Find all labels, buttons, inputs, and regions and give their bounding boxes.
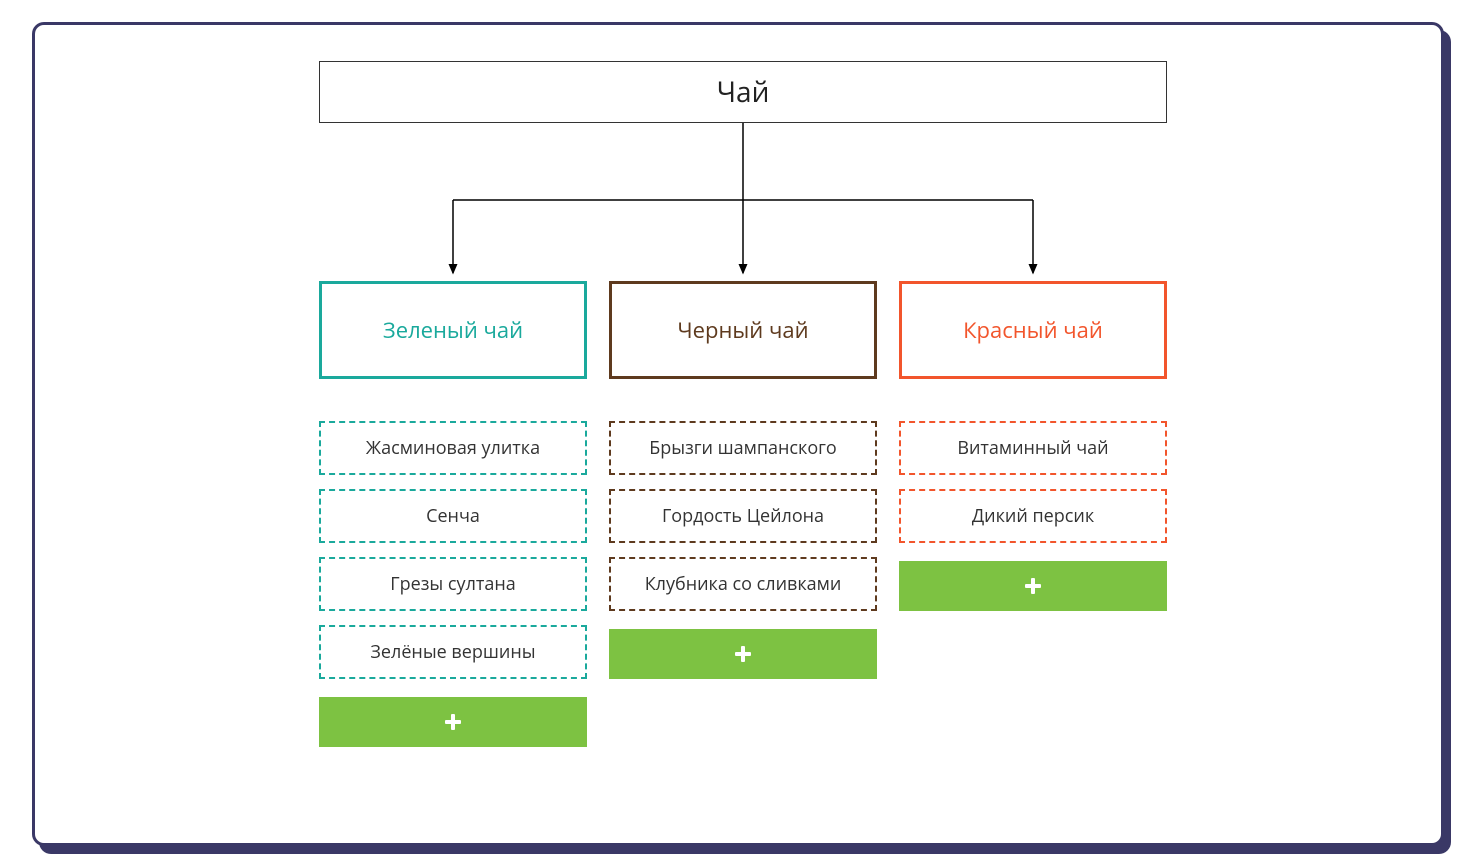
tea-item-label: Грезы султана <box>390 572 516 596</box>
tea-item-label: Дикий персик <box>972 504 1094 528</box>
category-label: Красный чай <box>963 315 1103 345</box>
category-label: Черный чай <box>677 315 808 345</box>
tea-item-label: Гордость Цейлона <box>662 504 824 528</box>
tea-item[interactable]: Дикий персик <box>899 489 1167 543</box>
tea-item[interactable]: Брызги шампанского <box>609 421 877 475</box>
tea-item[interactable]: Клубника со сливками <box>609 557 877 611</box>
plus-icon <box>735 646 751 662</box>
diagram-frame: Чай Зеленый чай Жасминовая улитка Сенча … <box>32 22 1444 846</box>
category-black[interactable]: Черный чай <box>609 281 877 379</box>
add-item-button-green[interactable] <box>319 697 587 747</box>
tea-item-label: Брызги шампанского <box>649 436 837 460</box>
plus-icon <box>445 714 461 730</box>
plus-icon <box>1025 578 1041 594</box>
tea-item[interactable]: Грезы султана <box>319 557 587 611</box>
tea-item[interactable]: Витаминный чай <box>899 421 1167 475</box>
tea-item[interactable]: Сенча <box>319 489 587 543</box>
tea-item-label: Зелёные вершины <box>370 640 535 664</box>
add-item-button-black[interactable] <box>609 629 877 679</box>
tea-item-label: Сенча <box>426 504 480 528</box>
category-label: Зеленый чай <box>383 315 523 345</box>
root-label: Чай <box>717 73 770 111</box>
add-item-button-red[interactable] <box>899 561 1167 611</box>
tea-item-label: Жасминовая улитка <box>366 436 540 460</box>
tea-item[interactable]: Зелёные вершины <box>319 625 587 679</box>
tea-item-label: Клубника со сливками <box>645 572 842 596</box>
tea-item-label: Витаминный чай <box>957 436 1108 460</box>
category-green[interactable]: Зеленый чай <box>319 281 587 379</box>
tea-item[interactable]: Гордость Цейлона <box>609 489 877 543</box>
diagram-canvas: Чай Зеленый чай Жасминовая улитка Сенча … <box>35 25 1441 843</box>
category-red[interactable]: Красный чай <box>899 281 1167 379</box>
tea-item[interactable]: Жасминовая улитка <box>319 421 587 475</box>
root-node: Чай <box>319 61 1167 123</box>
